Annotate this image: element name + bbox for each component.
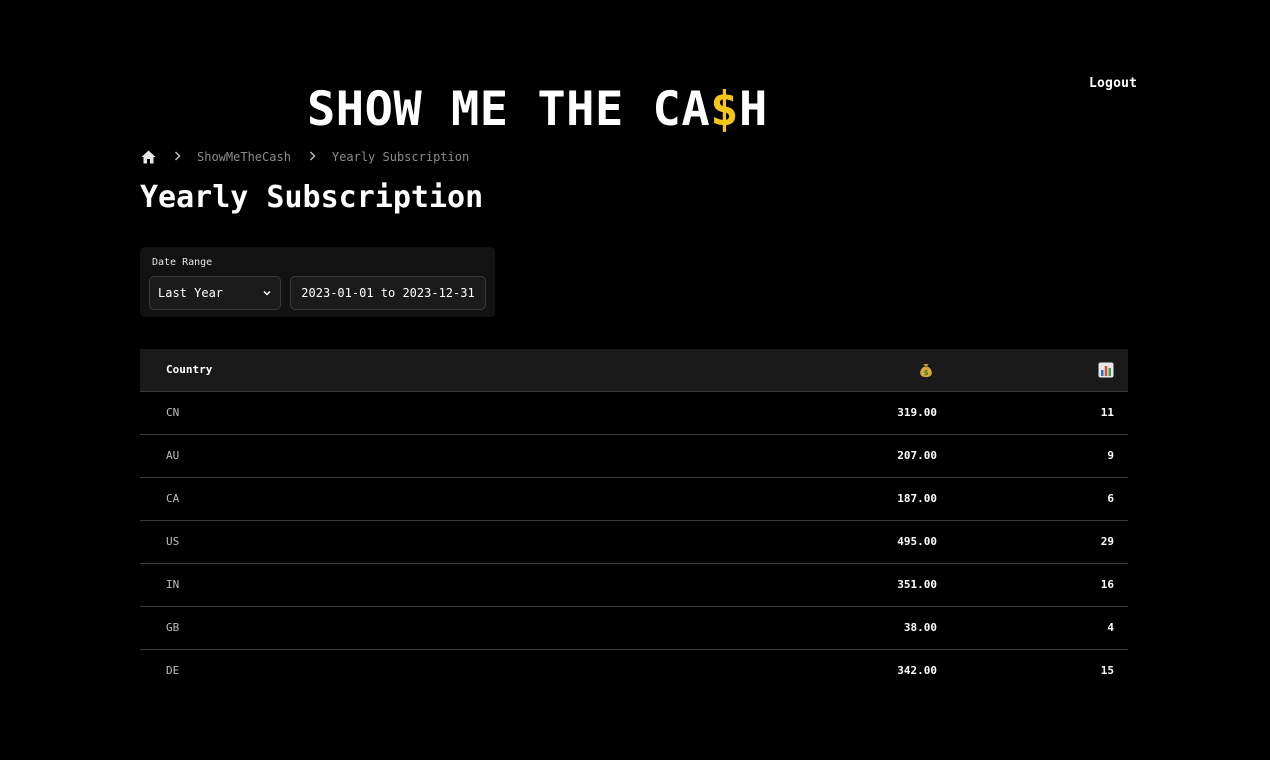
count-cell: 9 xyxy=(1107,449,1114,462)
table-row: US 495.00 29 xyxy=(140,520,1128,563)
country-cell: DE xyxy=(166,664,180,678)
date-range-input[interactable]: 2023-01-01 to 2023-12-31 xyxy=(290,276,486,310)
date-range-filter: Date Range Last Year 2023-01-01 to 2023-… xyxy=(140,247,495,317)
page-title: Yearly Subscription xyxy=(140,180,484,215)
breadcrumb-item-current: Yearly Subscription xyxy=(331,150,470,164)
bar-chart-icon xyxy=(1098,362,1114,378)
table-row: CA 187.00 6 xyxy=(140,477,1128,520)
column-header-count[interactable] xyxy=(1054,349,1128,391)
date-range-selected-value: Last Year xyxy=(158,286,224,300)
brand-dollar-sign: $ xyxy=(710,82,739,137)
brand-title: SHOW ME THE CA$H xyxy=(307,80,768,140)
table-row: GB 38.00 4 xyxy=(140,606,1128,649)
chevron-right-icon xyxy=(309,150,316,165)
count-cell: 15 xyxy=(1100,664,1114,678)
brand-prefix: SHOW ME THE CA xyxy=(307,82,711,137)
count-cell: 16 xyxy=(1100,578,1114,591)
svg-text:$: $ xyxy=(924,369,929,377)
country-cell: GB xyxy=(166,621,180,634)
amount-cell: 38.00 xyxy=(903,621,937,634)
chevron-right-icon xyxy=(174,150,181,165)
home-icon[interactable] xyxy=(140,149,156,165)
date-range-select[interactable]: Last Year xyxy=(149,276,281,310)
table-row: AU 207.00 9 xyxy=(140,434,1128,477)
brand-suffix: H xyxy=(738,82,768,137)
money-bag-icon: $ xyxy=(918,362,934,378)
country-cell: IN xyxy=(166,578,180,591)
breadcrumb: ShowMeTheCash Yearly Subscription xyxy=(140,148,469,166)
country-cell: CA xyxy=(166,492,180,505)
amount-cell: 495.00 xyxy=(897,535,937,548)
table-row: IN 351.00 16 xyxy=(140,563,1128,606)
table-header-row: Country $ xyxy=(140,349,1128,391)
logout-link[interactable]: Logout xyxy=(1089,76,1137,91)
country-cell: US xyxy=(166,535,180,548)
date-range-label: Date Range xyxy=(152,257,213,268)
count-cell: 4 xyxy=(1107,621,1114,634)
count-cell: 11 xyxy=(1100,406,1114,419)
amount-cell: 351.00 xyxy=(897,578,937,591)
column-header-country[interactable]: Country xyxy=(140,349,734,391)
breadcrumb-item-showmethecash[interactable]: ShowMeTheCash xyxy=(197,150,291,164)
subscription-table: Country $ CN 319.00 11 AU 207.00 9 CA 18… xyxy=(140,349,1128,692)
count-cell: 29 xyxy=(1100,535,1114,548)
table-row: DE 342.00 15 xyxy=(140,649,1128,692)
amount-cell: 187.00 xyxy=(897,492,937,505)
country-cell: CN xyxy=(166,406,180,419)
country-cell: AU xyxy=(166,449,180,462)
amount-cell: 319.00 xyxy=(897,406,937,419)
date-range-input-value: 2023-01-01 to 2023-12-31 xyxy=(301,286,475,300)
amount-cell: 207.00 xyxy=(897,449,937,462)
table-row: CN 319.00 11 xyxy=(140,391,1128,434)
amount-cell: 342.00 xyxy=(897,664,937,678)
count-cell: 6 xyxy=(1107,492,1114,505)
chevron-down-icon xyxy=(262,288,272,298)
column-header-amount[interactable]: $ xyxy=(734,349,1054,391)
